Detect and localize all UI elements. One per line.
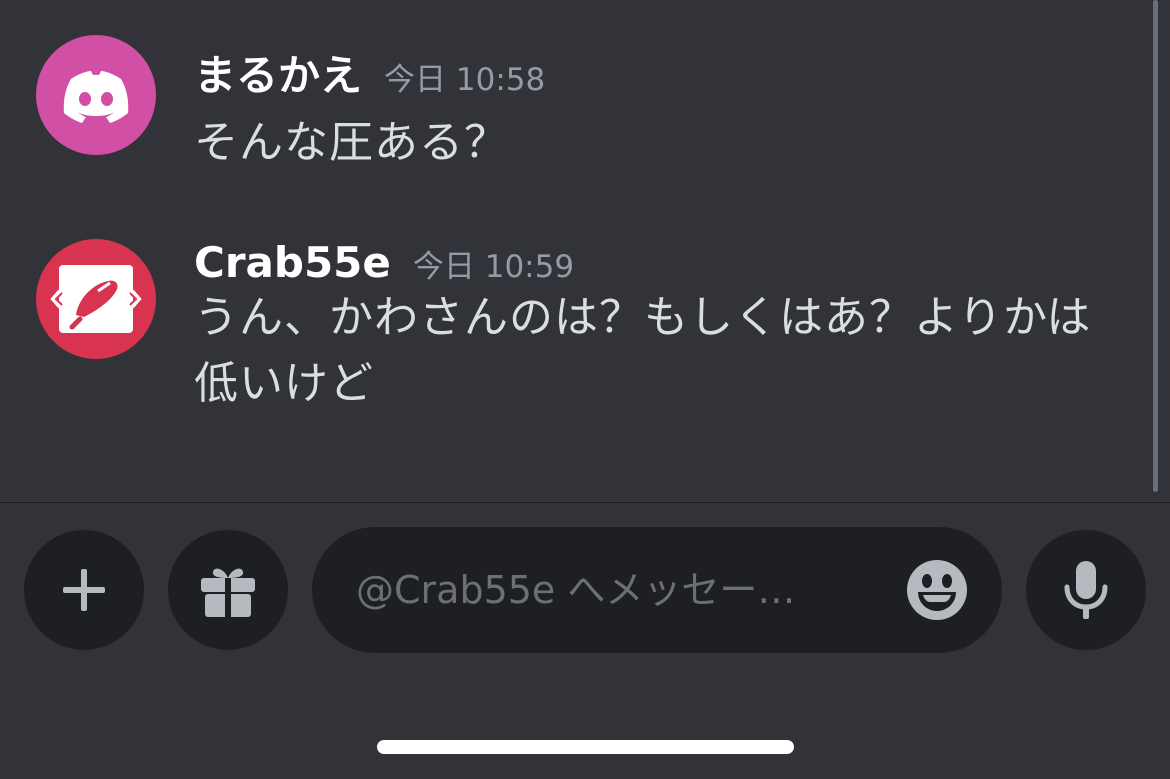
message-input[interactable]: @Crab55e へメッセー… xyxy=(312,527,1002,653)
message-header: まるかえ 今日 10:58 xyxy=(194,42,545,103)
emoji-smile-icon xyxy=(907,560,967,620)
username[interactable]: まるかえ xyxy=(194,51,362,100)
message-input-placeholder: @Crab55e へメッセー… xyxy=(356,568,796,612)
avatar[interactable] xyxy=(36,239,156,359)
dm-chat-screen: まるかえ 今日 10:58 そんな圧ある？ Crab55e 今日 10:59 う… xyxy=(0,0,1170,779)
gift-icon xyxy=(201,568,255,618)
avatar[interactable] xyxy=(36,35,156,155)
divider xyxy=(0,502,1170,503)
emoji-button[interactable] xyxy=(906,559,968,621)
message-header: Crab55e 今日 10:59 xyxy=(194,238,574,287)
message-text: うん、かわさんのは？もしくはあ？よりかは低いけど xyxy=(194,292,1092,409)
crab-claw-icon xyxy=(36,239,156,359)
discord-logo-icon xyxy=(36,35,156,155)
add-attachment-button[interactable] xyxy=(24,530,144,650)
message-item: まるかえ 今日 10:58 そんな圧ある？ xyxy=(0,0,1140,200)
gift-button[interactable] xyxy=(168,530,288,650)
message-text: そんな圧ある？ xyxy=(194,117,509,168)
microphone-button[interactable] xyxy=(1026,530,1146,650)
scrollbar[interactable] xyxy=(1153,0,1158,492)
timestamp: 今日 10:58 xyxy=(384,62,546,98)
home-indicator[interactable] xyxy=(377,740,794,754)
message-item: Crab55e 今日 10:59 うん、かわさんのは？もしくはあ？よりかは低いけど xyxy=(0,200,1140,440)
plus-icon xyxy=(63,569,105,611)
username[interactable]: Crab55e xyxy=(194,238,391,287)
timestamp: 今日 10:59 xyxy=(412,249,575,285)
microphone-icon xyxy=(1064,561,1108,619)
message-list: まるかえ 今日 10:58 そんな圧ある？ Crab55e 今日 10:59 う… xyxy=(0,0,1170,502)
